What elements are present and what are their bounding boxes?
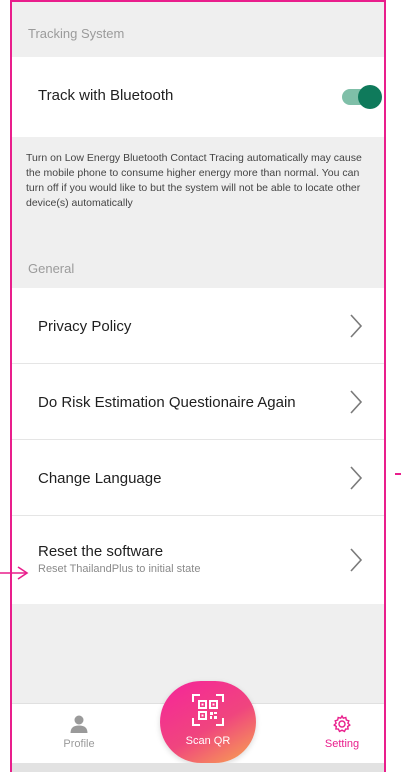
bottom-strip [12,763,384,772]
bluetooth-card: Track with Bluetooth [12,57,384,137]
nav-profile-label: Profile [63,738,95,750]
frame-top-border [10,0,386,2]
risk-questionnaire-label: Do Risk Estimation Questionaire Again [38,394,296,411]
bluetooth-label: Track with Bluetooth [38,87,174,104]
annotation-arrow-icon [0,566,29,580]
toggle-knob [358,85,382,109]
gear-icon [333,714,351,733]
chevron-right-icon [350,390,363,414]
chevron-right-icon [350,548,363,572]
risk-questionnaire-item[interactable]: Do Risk Estimation Questionaire Again [12,364,384,440]
chevron-right-icon [350,314,363,338]
nav-setting[interactable]: Setting [312,714,372,750]
privacy-policy-item[interactable]: Privacy Policy [12,288,384,364]
nav-profile[interactable]: Profile [54,714,104,750]
annotation-tick [395,473,401,475]
chevron-right-icon [350,466,363,490]
tracking-section-header: Tracking System [28,26,125,41]
scan-qr-button[interactable]: Scan QR [160,681,256,763]
change-language-label: Change Language [38,470,162,487]
nav-setting-label: Setting [324,738,360,750]
privacy-policy-label: Privacy Policy [38,318,132,335]
reset-software-sublabel: Reset ThailandPlus to initial state [38,563,201,575]
bluetooth-toggle[interactable] [342,85,382,109]
reset-software-label: Reset the software [38,543,164,560]
scan-qr-label: Scan QR [185,735,231,747]
bluetooth-info-text: Turn on Low Energy Bluetooth Contact Tra… [26,152,362,209]
person-icon [70,715,88,733]
general-section-header: General [28,261,75,276]
change-language-item[interactable]: Change Language [12,440,384,516]
reset-software-item[interactable]: Reset the software Reset ThailandPlus to… [12,516,384,604]
general-settings-list: Privacy Policy Do Risk Estimation Questi… [12,288,384,604]
qr-scan-icon [192,694,224,726]
